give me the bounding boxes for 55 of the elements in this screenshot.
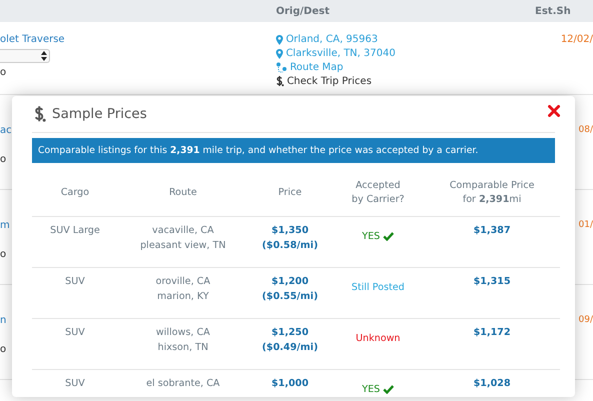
comparable-price-text: $1,387 — [473, 225, 511, 236]
dollar-icon — [34, 106, 46, 122]
check-icon — [383, 385, 394, 394]
price-text: $1,000 — [271, 378, 309, 389]
origin-link[interactable]: Orland, CA, 95963 — [276, 34, 378, 45]
cargo-text: SUV Large — [50, 225, 100, 236]
route-map-link[interactable]: Route Map — [276, 62, 344, 73]
dialog-title: Sample Prices — [52, 106, 147, 122]
price-text: $1,350 ($0.58/mi) — [262, 225, 318, 252]
vehicle-link[interactable]: n — [0, 315, 6, 326]
vehicle-link[interactable]: ac — [0, 125, 12, 136]
vehicle-link[interactable]: olet Traverse — [0, 34, 65, 45]
column-header: Cargo — [60, 186, 90, 198]
route-text: willows, CA hixson, TN — [156, 327, 210, 354]
cargo-text: SUV — [65, 276, 85, 287]
dollar-icon — [276, 76, 284, 87]
row-text: o — [0, 344, 6, 355]
map-pin-icon — [276, 34, 283, 44]
column-header: Route — [169, 186, 197, 198]
route-icon — [276, 62, 287, 73]
price-text: $1,250 ($0.49/mi) — [262, 327, 318, 354]
status-text: YES — [362, 229, 394, 244]
comparable-price-text: $1,315 — [473, 276, 511, 287]
row-text: o — [0, 67, 6, 78]
row-text: o — [0, 249, 6, 260]
route-text: vacaville, CA pleasant view, TN — [140, 225, 226, 252]
column-header: Accepted by Carrier? — [352, 180, 404, 205]
column-header: Price — [278, 186, 302, 198]
route-text: oroville, CA marion, KY — [156, 276, 210, 302]
date-text: 12/02/ — [560, 34, 593, 45]
route-text: el sobrante, CA — [146, 378, 220, 389]
cargo-text: SUV — [65, 327, 85, 338]
vehicle-link[interactable]: m — [0, 220, 10, 231]
destination-link[interactable]: Clarksville, TN, 37040 — [276, 48, 396, 59]
select-arrows-icon — [41, 51, 47, 61]
status-text: YES — [362, 382, 394, 397]
info-banner: Comparable listings for this 2,391 mile trip, and whether the price was accepted by a carrier. — [32, 138, 555, 163]
close-icon[interactable] — [548, 105, 560, 117]
date-text: 08/ — [578, 125, 593, 135]
comparable-price-text: $1,172 — [473, 327, 511, 338]
row-text: o — [0, 154, 6, 165]
check-icon — [383, 232, 394, 242]
date-text: 01/ — [578, 220, 593, 230]
price-text: $1,200 ($0.55/mi) — [262, 276, 318, 302]
date-text: 09/ — [578, 315, 593, 325]
select-field[interactable] — [0, 49, 50, 63]
column-header: Est.Sh — [535, 6, 571, 16]
column-header: Comparable Price for 2,391mi — [450, 180, 534, 205]
check-prices-link[interactable]: Check Trip Prices — [276, 76, 372, 87]
status-text: Unknown — [356, 332, 400, 346]
map-pin-icon — [276, 48, 283, 58]
column-header: Orig/Dest — [276, 6, 330, 16]
cargo-text: SUV — [65, 378, 85, 389]
comparable-price-text: $1,028 — [473, 378, 511, 389]
status-text: Still Posted — [352, 281, 404, 295]
